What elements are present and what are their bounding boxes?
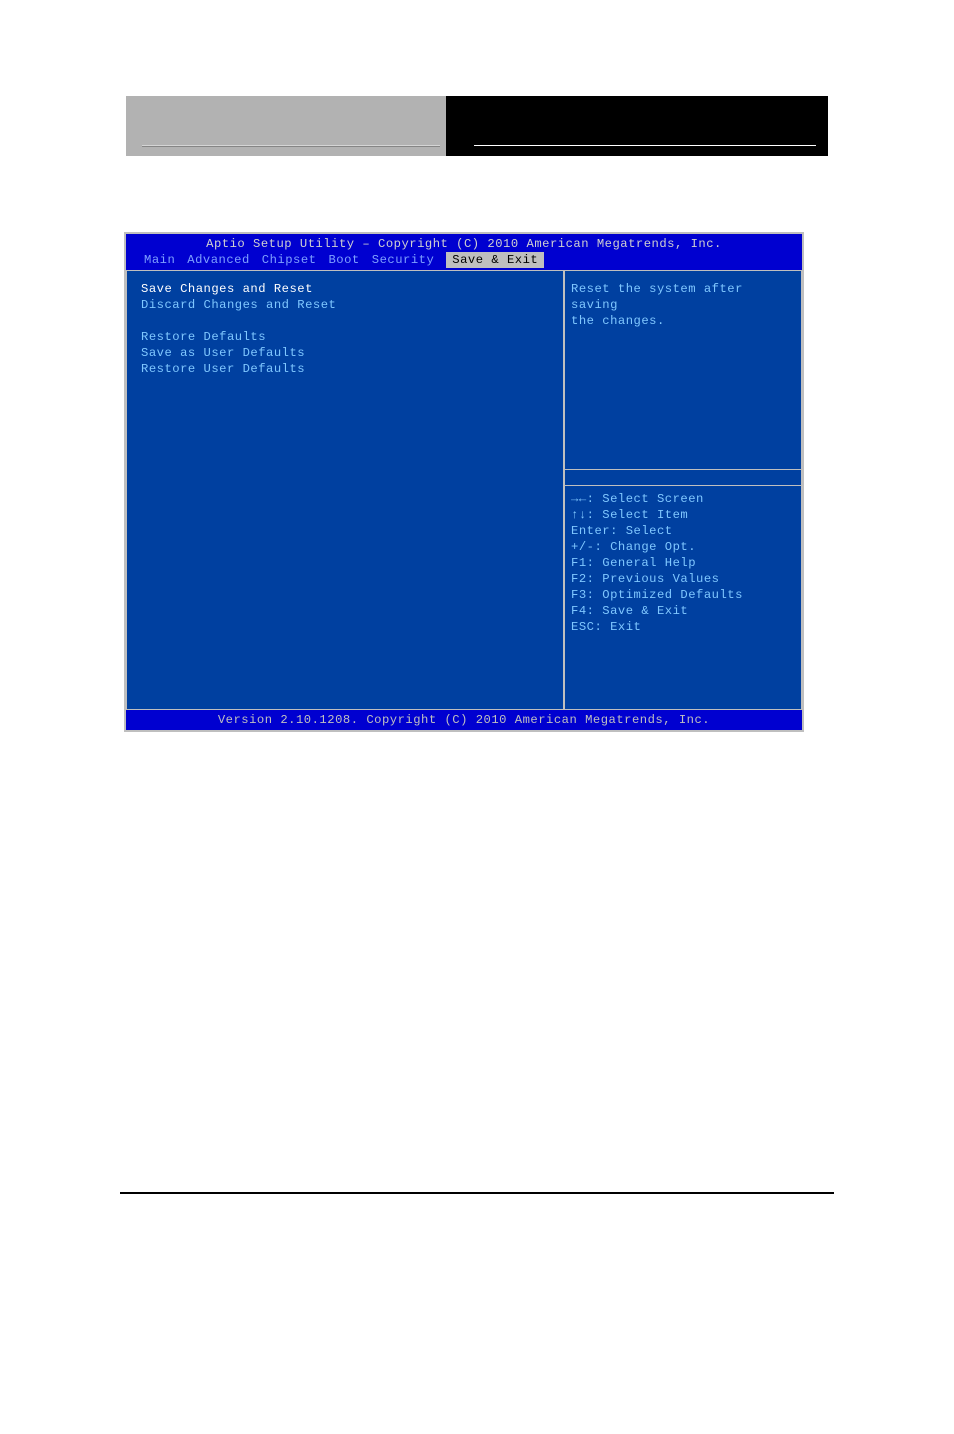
tab-save-exit[interactable]: Save & Exit (446, 252, 544, 268)
help-separator-top (564, 469, 802, 470)
bios-footer: Version 2.10.1208. Copyright (C) 2010 Am… (126, 710, 802, 730)
legend-f3: F3: Optimized Defaults (571, 587, 793, 603)
tab-security[interactable]: Security (372, 252, 435, 268)
key-legend: →←: Select Screen ↑↓: Select Item Enter:… (571, 491, 793, 635)
tab-chipset[interactable]: Chipset (262, 252, 317, 268)
legend-f2: F2: Previous Values (571, 571, 793, 587)
legend-select-screen: →←: Select Screen (571, 491, 793, 507)
bios-menu-pane: Save Changes and Reset Discard Changes a… (126, 270, 564, 710)
doc-header-right (446, 96, 828, 156)
menu-spacer (141, 313, 549, 329)
doc-header-left (126, 96, 446, 156)
menu-save-user-defaults[interactable]: Save as User Defaults (141, 345, 549, 361)
bios-screenshot: Aptio Setup Utility – Copyright (C) 2010… (124, 232, 804, 732)
help-desc-line1: Reset the system after saving (571, 281, 793, 313)
tab-boot[interactable]: Boot (328, 252, 359, 268)
legend-f1: F1: General Help (571, 555, 793, 571)
page-footer-rule (120, 1192, 834, 1194)
header-left-underline (142, 145, 440, 146)
tab-advanced[interactable]: Advanced (187, 252, 250, 268)
menu-restore-defaults[interactable]: Restore Defaults (141, 329, 549, 345)
legend-change-opt: +/-: Change Opt. (571, 539, 793, 555)
bios-body: Save Changes and Reset Discard Changes a… (126, 270, 802, 710)
legend-enter: Enter: Select (571, 523, 793, 539)
bios-tab-bar: Main Advanced Chipset Boot Security Save… (126, 252, 802, 270)
tab-main[interactable]: Main (144, 252, 175, 268)
help-desc-line2: the changes. (571, 313, 793, 329)
header-right-underline (474, 145, 816, 146)
legend-f4: F4: Save & Exit (571, 603, 793, 619)
bios-help-pane: Reset the system after saving the change… (564, 270, 802, 710)
help-separator-bot (564, 485, 802, 486)
menu-restore-user-defaults[interactable]: Restore User Defaults (141, 361, 549, 377)
legend-select-item: ↑↓: Select Item (571, 507, 793, 523)
menu-save-changes-reset[interactable]: Save Changes and Reset (141, 281, 549, 297)
doc-header (126, 96, 828, 156)
bios-title: Aptio Setup Utility – Copyright (C) 2010… (126, 234, 802, 252)
legend-esc: ESC: Exit (571, 619, 793, 635)
menu-discard-changes-reset[interactable]: Discard Changes and Reset (141, 297, 549, 313)
